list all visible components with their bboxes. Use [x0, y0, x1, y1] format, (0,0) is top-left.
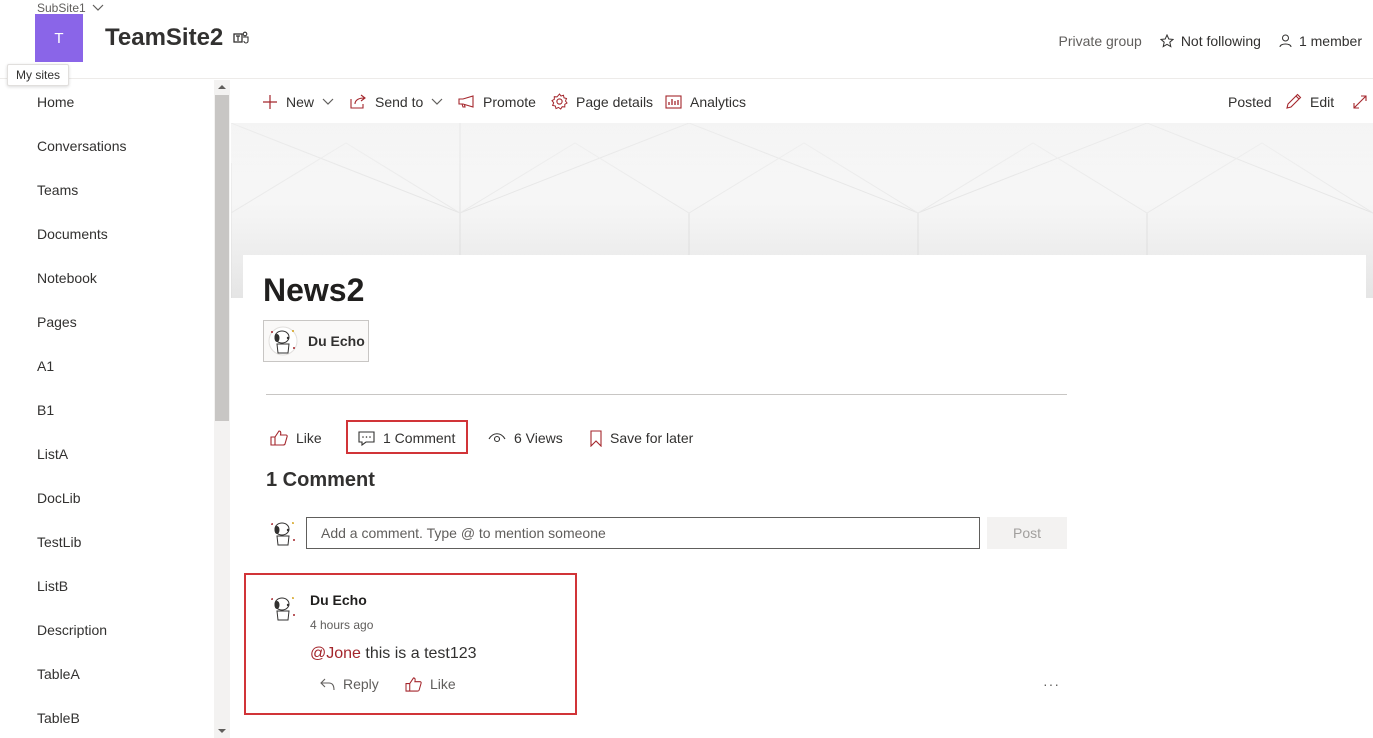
- comment-highlight-box: [244, 573, 577, 715]
- save-label: Save for later: [610, 430, 694, 446]
- like-button[interactable]: Like: [270, 426, 322, 450]
- author-chip[interactable]: Du Echo: [263, 320, 369, 362]
- nav-item-home[interactable]: Home: [37, 94, 74, 110]
- save-for-later-button[interactable]: Save for later: [590, 426, 693, 450]
- header-actions: Private group Not following 1 member: [1059, 33, 1362, 49]
- nav-item-lista[interactable]: ListA: [37, 446, 68, 462]
- promote-label: Promote: [483, 93, 536, 110]
- views-count: 6 Views: [488, 426, 563, 450]
- send-to-button[interactable]: Send to: [350, 80, 443, 123]
- comment-like-button[interactable]: Like: [405, 676, 456, 692]
- privacy-label: Private group: [1059, 33, 1142, 49]
- my-sites-tooltip: My sites: [7, 64, 70, 86]
- analytics-button[interactable]: Analytics: [665, 80, 746, 123]
- current-user-avatar: [268, 518, 298, 548]
- command-bar: New Send to Promote Page details Analyti…: [231, 80, 1373, 123]
- views-label: 6 Views: [514, 430, 563, 446]
- site-title-area: TeamSite2: [105, 24, 249, 52]
- nav-item-a1[interactable]: A1: [37, 358, 54, 374]
- chevron-down-icon: [322, 98, 334, 105]
- members-button[interactable]: 1 member: [1279, 33, 1362, 49]
- pencil-icon: [1286, 93, 1302, 109]
- comment-author-avatar[interactable]: [268, 593, 298, 623]
- title-divider: [266, 394, 1067, 395]
- comment-author[interactable]: Du Echo: [310, 592, 367, 608]
- scroll-down-arrow-icon[interactable]: [217, 727, 227, 735]
- nav-item-pages[interactable]: Pages: [37, 314, 77, 330]
- reply-icon: [320, 678, 335, 690]
- nav-item-documents[interactable]: Documents: [37, 226, 108, 242]
- gear-icon: [551, 93, 568, 110]
- person-icon: [1279, 34, 1292, 48]
- nav-scrollbar-thumb[interactable]: [215, 95, 229, 421]
- analytics-icon: [665, 94, 682, 109]
- post-button[interactable]: Post: [987, 517, 1067, 549]
- page-title: News2: [263, 272, 365, 308]
- subsite-label: SubSite1: [37, 1, 86, 15]
- new-button[interactable]: New: [262, 80, 334, 123]
- left-navigation: Home Conversations Teams Documents Noteb…: [0, 80, 230, 738]
- highlight-box: [346, 420, 468, 454]
- author-avatar-icon: [268, 326, 298, 356]
- follow-button[interactable]: Not following: [1159, 33, 1261, 49]
- share-icon: [350, 94, 366, 109]
- comment-text: @Jone this is a test123: [310, 645, 477, 663]
- comment-like-label: Like: [430, 676, 456, 692]
- mention-link[interactable]: @Jone: [310, 645, 361, 662]
- more-options-button[interactable]: ···: [1043, 676, 1060, 692]
- snoopy-avatar-icon: [271, 597, 295, 621]
- nav-item-notebook[interactable]: Notebook: [37, 270, 97, 286]
- page-details-label: Page details: [576, 93, 654, 110]
- new-label: New: [286, 93, 315, 110]
- follow-text: Not following: [1180, 33, 1261, 49]
- site-title[interactable]: TeamSite2: [105, 24, 223, 52]
- thumbs-up-icon: [405, 676, 422, 692]
- nav-item-tablea[interactable]: TableA: [37, 666, 80, 682]
- chevron-down-icon: [431, 98, 443, 105]
- comments-heading: 1 Comment: [266, 469, 375, 491]
- chevron-down-icon: [92, 4, 104, 11]
- nav-item-teams[interactable]: Teams: [37, 182, 78, 198]
- nav-item-testlib[interactable]: TestLib: [37, 534, 81, 550]
- page-details-button[interactable]: Page details: [551, 80, 653, 123]
- status-text: Posted: [1228, 93, 1272, 110]
- comment-timestamp: 4 hours ago: [310, 618, 374, 632]
- expand-icon: [1353, 94, 1367, 109]
- send-to-label: Send to: [375, 93, 424, 110]
- star-icon: [1159, 34, 1174, 48]
- like-label: Like: [296, 430, 322, 446]
- reply-button[interactable]: Reply: [320, 676, 379, 692]
- reply-label: Reply: [343, 676, 379, 692]
- site-logo[interactable]: T: [35, 14, 83, 62]
- comment-input[interactable]: [306, 517, 980, 549]
- expand-button[interactable]: [1352, 80, 1368, 123]
- plus-icon: [263, 94, 277, 109]
- privacy-text: Private group: [1058, 33, 1142, 49]
- nav-item-conversations[interactable]: Conversations: [37, 138, 127, 154]
- comment-body-text: this is a test123: [360, 645, 477, 662]
- snoopy-avatar-icon: [271, 522, 295, 546]
- teams-icon[interactable]: [233, 31, 249, 45]
- analytics-label: Analytics: [690, 93, 747, 110]
- site-logo-letter: T: [54, 29, 64, 47]
- members-text: 1 member: [1298, 33, 1362, 49]
- subsite-switcher[interactable]: SubSite1: [37, 1, 104, 15]
- eye-icon: [488, 433, 506, 443]
- nav-item-b1[interactable]: B1: [37, 402, 54, 418]
- nav-item-listb[interactable]: ListB: [37, 578, 68, 594]
- nav-item-description[interactable]: Description: [37, 622, 107, 638]
- edit-button[interactable]: Edit: [1285, 80, 1334, 123]
- author-name: Du Echo: [308, 333, 365, 349]
- megaphone-icon: [458, 95, 474, 108]
- nav-item-tableb[interactable]: TableB: [37, 710, 80, 726]
- scroll-up-arrow-icon[interactable]: [217, 83, 227, 91]
- publish-status: Posted: [1228, 80, 1272, 123]
- bookmark-icon: [590, 429, 602, 447]
- thumbs-up-icon: [270, 430, 288, 446]
- promote-button[interactable]: Promote: [458, 80, 536, 123]
- edit-label: Edit: [1310, 93, 1335, 110]
- nav-item-doclib[interactable]: DocLib: [37, 490, 81, 506]
